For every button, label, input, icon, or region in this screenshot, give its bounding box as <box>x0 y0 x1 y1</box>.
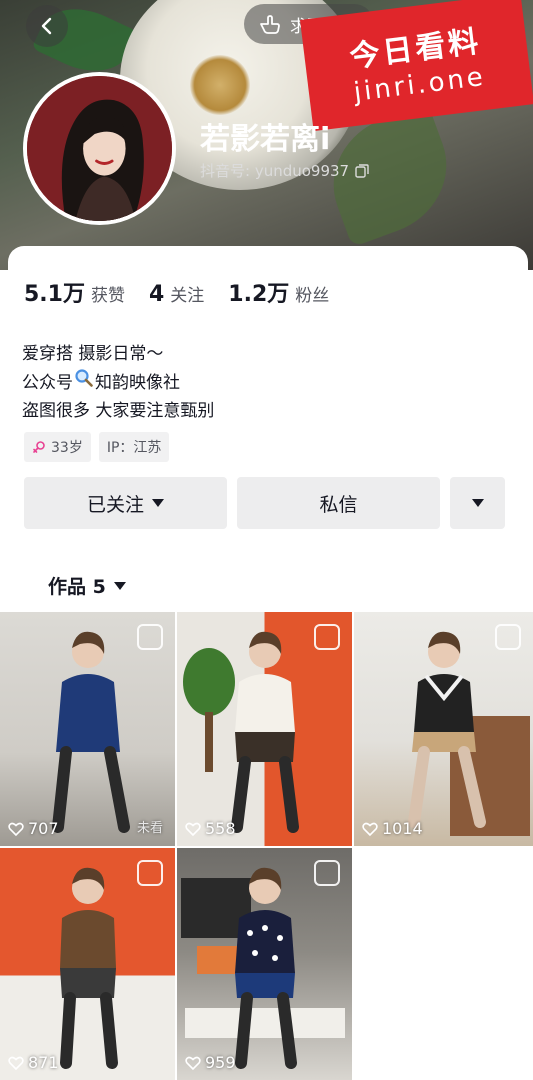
heart-icon <box>185 1056 201 1070</box>
heart-icon <box>185 822 201 836</box>
douyin-id-text: 抖音号: yunduo9937 <box>200 162 350 180</box>
select-checkbox[interactable] <box>137 860 163 886</box>
stat-likes-label: 获赞 <box>90 286 125 306</box>
profile-nickname: 若影若离i <box>200 122 331 157</box>
magnifier-icon <box>73 368 95 397</box>
select-checkbox[interactable] <box>137 624 163 650</box>
heart-icon <box>8 822 24 836</box>
stat-likes[interactable]: 5.1万 获赞 <box>24 276 125 308</box>
stat-followers[interactable]: 1.2万 粉丝 <box>228 276 329 308</box>
bio-line: 爱穿搭 摄影日常～ <box>22 344 164 364</box>
profile-stats: 5.1万 获赞 4 关注 1.2万 粉丝 <box>24 276 353 308</box>
bio-line-suffix: 知韵映像社 <box>95 372 180 393</box>
copy-icon[interactable] <box>355 163 369 178</box>
select-checkbox[interactable] <box>495 624 521 650</box>
bio-line: 盗图很多 大家要注意甄别 <box>22 401 215 421</box>
bio-line-prefix: 公众号 <box>22 372 73 393</box>
video-likes-count: 959 <box>205 1053 236 1072</box>
stat-likes-value: 5.1万 <box>24 282 85 307</box>
stat-following-label: 关注 <box>170 286 205 306</box>
avatar[interactable] <box>23 72 176 225</box>
video-thumbnail[interactable]: 558 <box>177 612 352 846</box>
video-likes-count: 558 <box>205 819 236 838</box>
ip-tag-label: IP：江苏 <box>106 440 162 456</box>
video-thumbnail[interactable]: 1014 <box>354 612 533 846</box>
message-button[interactable]: 私信 <box>237 477 440 529</box>
followed-button[interactable]: 已关注 <box>24 477 227 529</box>
age-tag-label: 33岁 <box>51 440 83 456</box>
stat-following-value: 4 <box>148 282 165 307</box>
female-icon <box>33 441 45 453</box>
ip-tag: IP：江苏 <box>98 432 170 462</box>
stat-following[interactable]: 4 关注 <box>149 281 204 307</box>
unwatched-label: 未看 <box>136 821 163 836</box>
tab-works[interactable]: 作品 5 <box>48 572 126 599</box>
back-button[interactable] <box>26 5 68 47</box>
pointing-hand-icon <box>260 15 280 34</box>
age-tag: 33岁 <box>24 432 91 462</box>
video-likes-count: 707 <box>28 819 59 838</box>
thumbnail-person <box>230 631 299 833</box>
video-likes: 1014 <box>362 819 423 838</box>
video-likes-count: 1014 <box>382 819 423 838</box>
avatar-illustration <box>27 76 172 221</box>
profile-tags: 33岁 IP：江苏 <box>24 432 170 462</box>
more-options-button[interactable] <box>450 477 505 529</box>
video-thumbnail[interactable]: 707 未看 <box>0 612 175 846</box>
select-checkbox[interactable] <box>314 860 340 886</box>
profile-actions: 已关注 私信 <box>24 477 505 529</box>
video-likes: 707 <box>8 819 59 838</box>
caret-down-icon <box>471 499 484 507</box>
tab-works-label: 作品 5 <box>48 576 106 598</box>
followed-button-label: 已关注 <box>86 493 144 516</box>
bio-line: 公众号 知韵映像社 <box>22 368 214 397</box>
heart-icon <box>8 1056 24 1070</box>
video-likes: 959 <box>185 1053 236 1072</box>
thumbnail-person <box>51 631 130 833</box>
stat-followers-label: 粉丝 <box>295 286 330 306</box>
banner-flower-center <box>190 55 250 115</box>
stat-followers-value: 1.2万 <box>228 282 290 307</box>
video-likes: 558 <box>185 819 236 838</box>
video-likes: 871 <box>8 1053 59 1072</box>
thumbnail-person <box>59 867 118 1069</box>
thumbnail-person <box>407 631 486 828</box>
message-button-label: 私信 <box>319 493 358 516</box>
caret-down-icon <box>113 581 126 590</box>
caret-down-icon <box>152 499 164 507</box>
video-likes-count: 871 <box>28 1053 59 1072</box>
select-checkbox[interactable] <box>314 624 340 650</box>
video-thumbnail[interactable]: 871 <box>0 848 175 1080</box>
profile-bio: 爱穿搭 摄影日常～ 公众号 知韵映像社 盗图很多 大家要注意甄别 <box>22 340 214 425</box>
douyin-id[interactable]: 抖音号: yunduo9937 <box>200 160 369 181</box>
chevron-left-icon <box>41 17 52 35</box>
video-thumbnail[interactable]: 959 <box>177 848 352 1080</box>
thumbnail-person <box>234 867 297 1069</box>
heart-icon <box>362 822 378 836</box>
